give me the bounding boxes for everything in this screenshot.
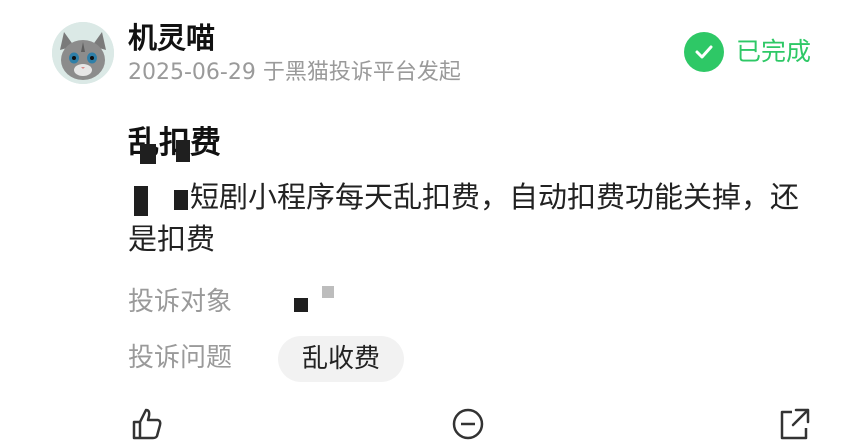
complaint-body: 短剧小程序每天乱扣费，自动扣费功能关掉，还是扣费 <box>128 180 800 256</box>
redaction-mosaic <box>294 298 308 312</box>
issue-tag[interactable]: 乱收费 <box>278 336 405 382</box>
redaction-mosaic <box>140 144 156 164</box>
avatar[interactable] <box>52 22 114 84</box>
status-badge: 已完成 <box>683 32 811 72</box>
check-circle-icon <box>683 32 724 72</box>
post-meta: 2025-06-29 于黑猫投诉平台发起 <box>128 60 461 85</box>
status-text: 已完成 <box>735 37 811 66</box>
redaction-mosaic <box>322 286 334 298</box>
share-icon[interactable] <box>776 406 812 442</box>
redaction-mosaic <box>176 140 190 162</box>
issue-label: 投诉问题 <box>128 343 233 373</box>
cat-avatar-image <box>52 22 114 84</box>
target-label: 投诉对象 <box>128 287 233 317</box>
username[interactable]: 机灵喵 <box>128 18 215 58</box>
thumb-up-icon[interactable] <box>128 406 164 442</box>
comment-icon[interactable] <box>450 406 486 442</box>
